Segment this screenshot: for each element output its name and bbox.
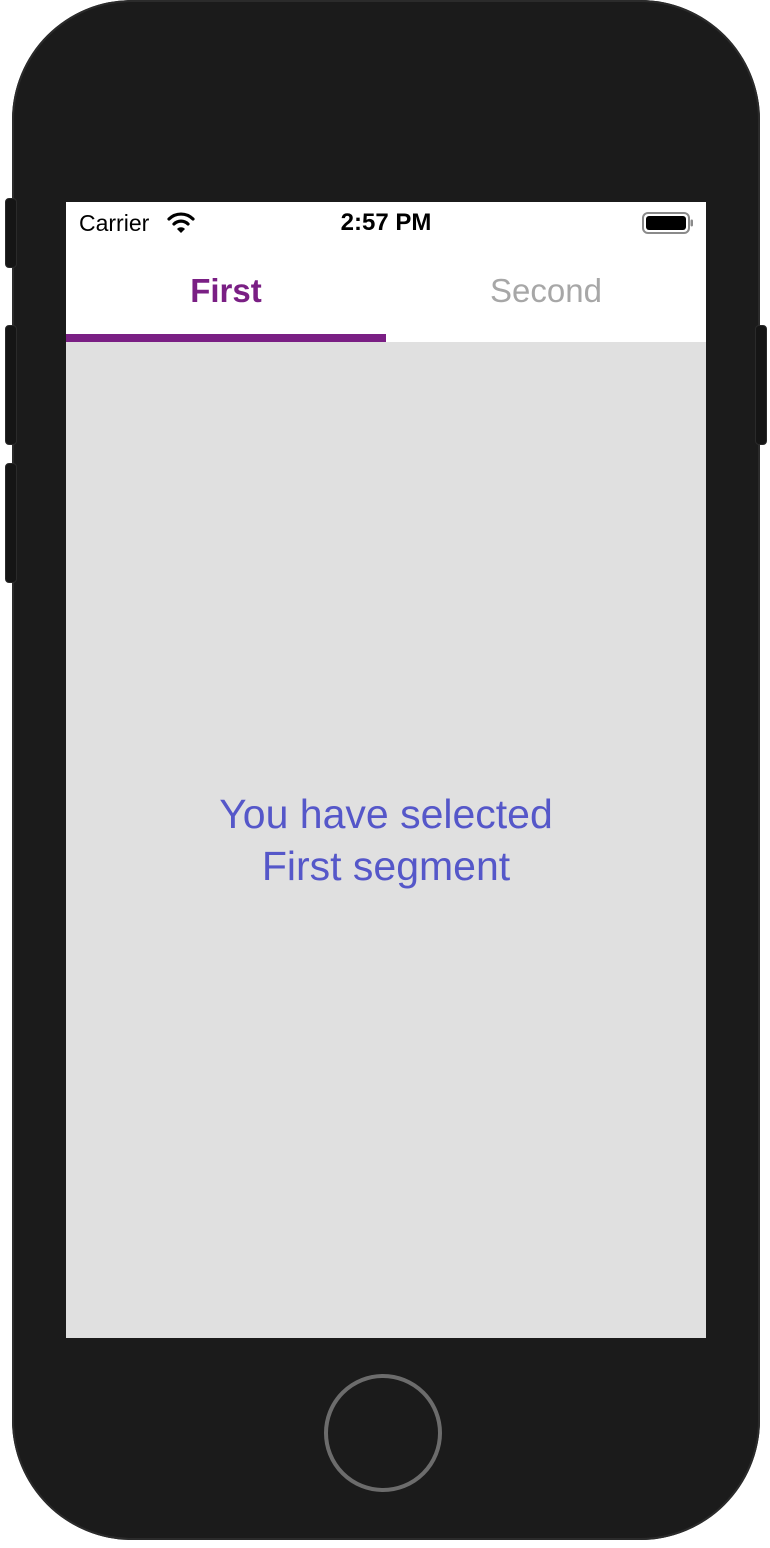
status-time: 2:57 PM — [340, 209, 432, 236]
selection-message-line1: You have selected — [219, 791, 553, 837]
selection-message-line2: First segment — [261, 843, 511, 889]
selection-message: You have selected First segment — [219, 788, 553, 892]
segment-content: You have selected First segment — [66, 342, 706, 1338]
active-tab-indicator — [66, 334, 386, 342]
mute-switch — [5, 198, 17, 268]
home-button[interactable] — [324, 1374, 442, 1492]
tab-second-label: Second — [490, 272, 602, 309]
tab-first-label: First — [190, 272, 262, 309]
tab-second[interactable]: Second — [386, 244, 706, 342]
volume-down-button — [5, 463, 17, 583]
tab-first[interactable]: First — [66, 244, 386, 342]
volume-up-button — [5, 325, 17, 445]
power-button — [755, 325, 767, 445]
battery-icon — [642, 212, 693, 234]
segment-tabs: First Second — [66, 244, 706, 342]
status-bar: Carrier 2:57 PM — [66, 202, 706, 244]
app-screen: Carrier 2:57 PM First Second You have se… — [66, 202, 706, 1338]
